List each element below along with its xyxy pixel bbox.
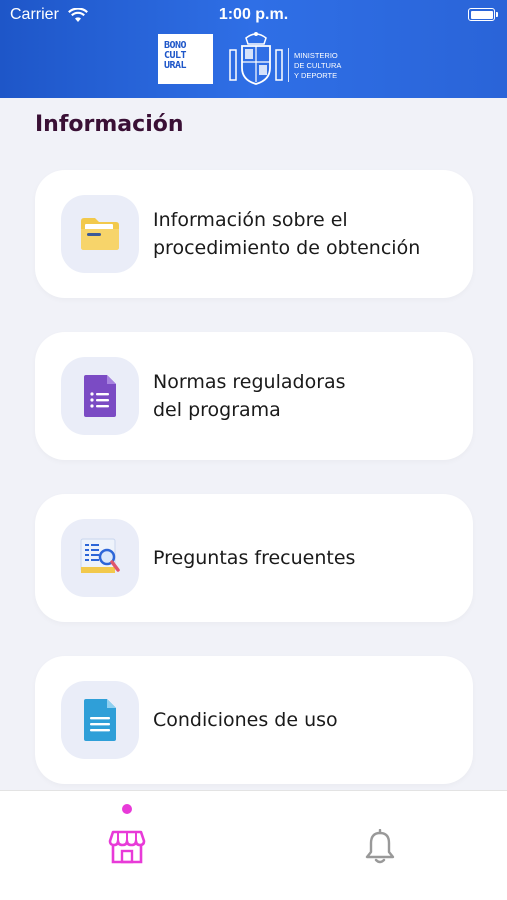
card-label: Normas reguladoras del programa xyxy=(153,332,463,460)
card-program-rules[interactable]: Normas reguladoras del programa xyxy=(35,332,473,460)
battery-icon xyxy=(468,8,498,21)
card-terms-of-use[interactable]: Condiciones de uso xyxy=(35,656,473,784)
ministry-line: Y DEPORTE xyxy=(294,71,338,80)
ministry-line: MINISTERIO xyxy=(294,51,338,60)
card-label-line: del programa xyxy=(153,399,281,421)
card-icon-box xyxy=(61,681,139,759)
document-icon xyxy=(84,699,116,741)
bell-icon[interactable] xyxy=(364,828,396,865)
app-header: Carrier 1:00 p.m. BONO CULT URAL MINISTE… xyxy=(0,0,507,98)
store-icon[interactable] xyxy=(108,829,146,865)
card-faq[interactable]: Preguntas frecuentes xyxy=(35,494,473,622)
card-label-line: Condiciones de uso xyxy=(153,709,338,731)
card-label: Preguntas frecuentes xyxy=(153,494,463,622)
status-time: 1:00 p.m. xyxy=(218,6,289,23)
card-label-line: Información sobre el xyxy=(153,209,348,231)
ministry-line: DE CULTURA xyxy=(294,61,342,70)
bono-cultural-logo: BONO CULT URAL xyxy=(158,34,213,84)
folder-icon xyxy=(81,218,119,250)
logo-line: URAL xyxy=(164,60,187,71)
card-icon-box xyxy=(61,519,139,597)
coat-of-arms-icon xyxy=(228,30,284,92)
document-list-icon xyxy=(84,375,116,417)
card-label: Información sobre el procedimiento de ob… xyxy=(153,170,463,298)
card-label-line: Normas reguladoras xyxy=(153,371,346,393)
tab-bar xyxy=(0,790,507,900)
card-icon-box xyxy=(61,357,139,435)
status-bar: Carrier 1:00 p.m. xyxy=(0,0,507,32)
card-icon-box xyxy=(61,195,139,273)
search-document-icon xyxy=(80,538,120,573)
card-procedure-info[interactable]: Información sobre el procedimiento de ob… xyxy=(35,170,473,298)
tab-notifications[interactable] xyxy=(364,828,396,869)
card-label-line: Preguntas frecuentes xyxy=(153,547,356,569)
page-title: Información xyxy=(35,112,184,137)
card-label: Condiciones de uso xyxy=(153,656,463,784)
card-label-line: procedimiento de obtención xyxy=(153,237,421,259)
tab-store[interactable] xyxy=(108,829,146,869)
header-divider xyxy=(288,48,289,82)
active-tab-indicator xyxy=(122,804,132,814)
ministry-label: MINISTERIO DE CULTURA Y DEPORTE xyxy=(294,51,341,81)
